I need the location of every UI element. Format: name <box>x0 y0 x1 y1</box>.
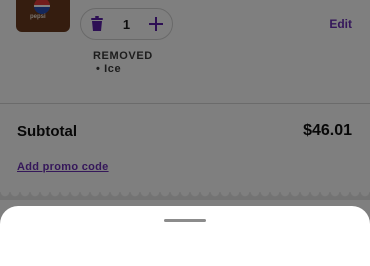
bottom-sheet[interactable] <box>0 206 370 266</box>
sheet-drag-handle[interactable] <box>164 219 206 222</box>
